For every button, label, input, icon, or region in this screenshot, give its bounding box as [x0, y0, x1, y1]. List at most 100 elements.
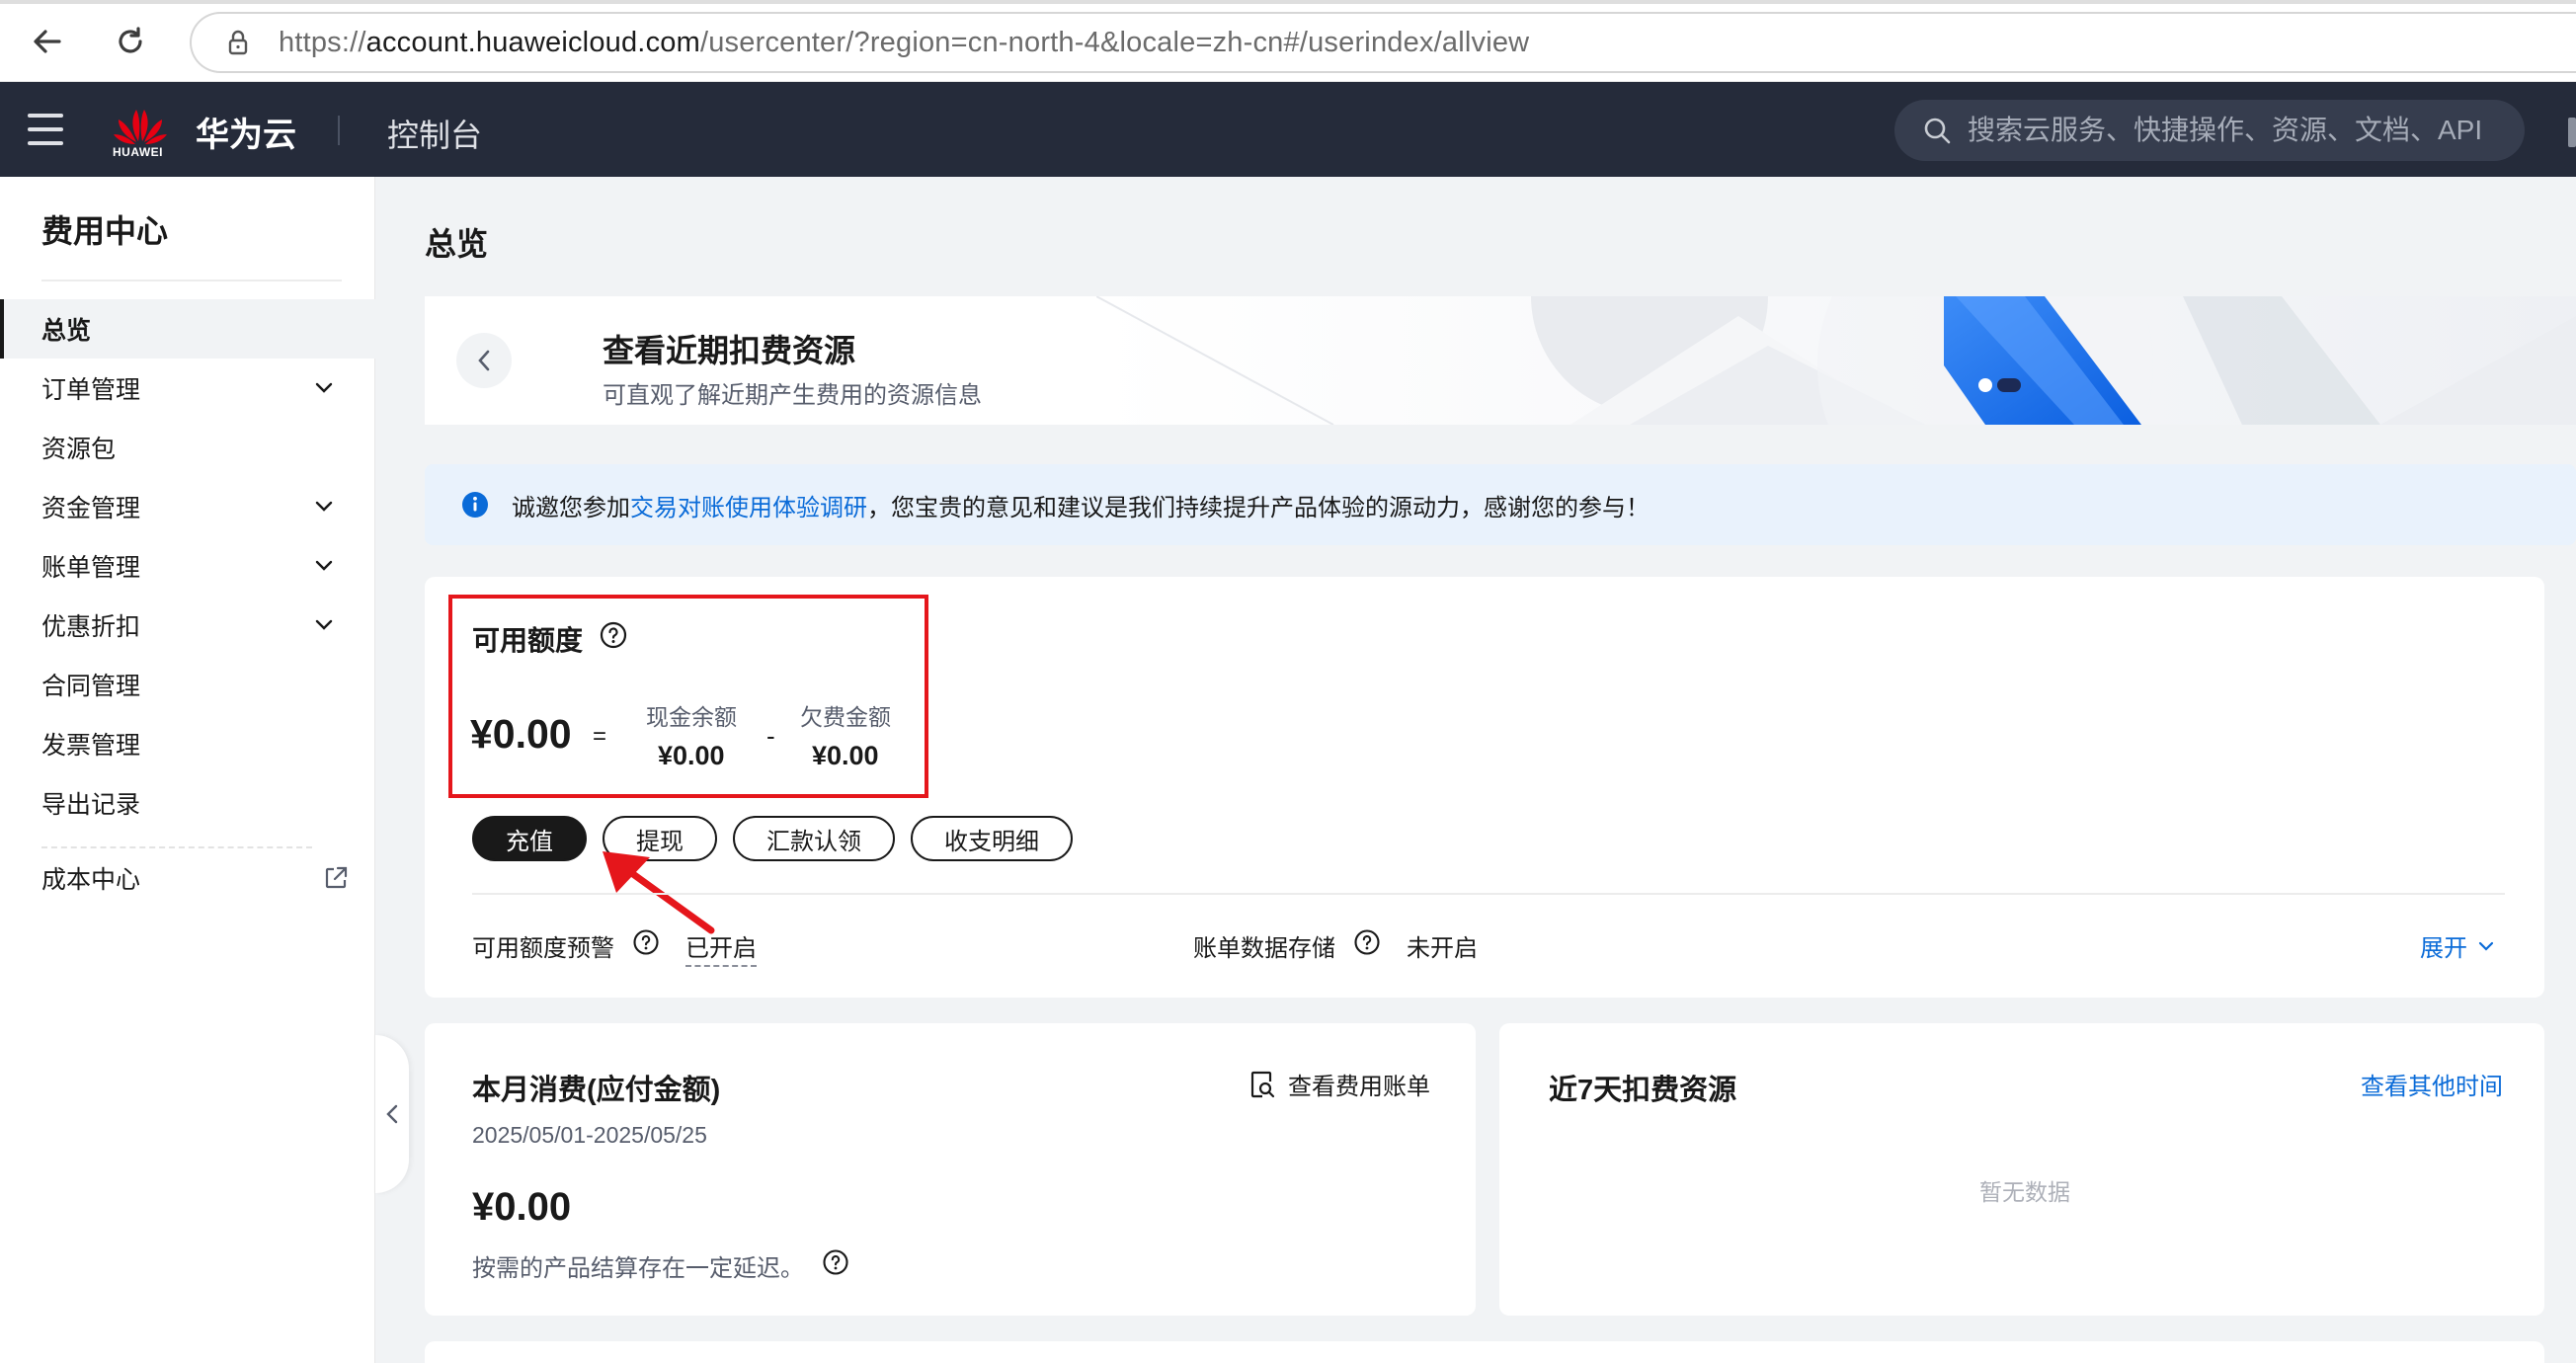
minus-sign: - — [766, 721, 775, 751]
survey-link[interactable]: 交易对账使用体验调研 — [630, 495, 867, 521]
header-overflow-icon[interactable] — [2568, 118, 2576, 147]
banner-prev-button[interactable] — [456, 333, 512, 388]
expand-link[interactable]: 展开 — [2420, 928, 2495, 963]
recharge-button[interactable]: 充值 — [472, 816, 587, 861]
statement-button[interactable]: 收支明细 — [911, 816, 1073, 861]
banner-subtitle: 可直观了解近期产生费用的资源信息 — [603, 382, 982, 409]
sidebar-item-overview[interactable]: 总览 — [0, 299, 375, 359]
global-search-input[interactable] — [1968, 115, 2521, 146]
sidebar-menu: 总览 订单管理 资源包 资金管理 账单管理 优惠折扣 合同管理 发票管理 导出记… — [0, 299, 375, 908]
browser-toolbar: https://account.huaweicloud.com/usercent… — [0, 0, 2576, 82]
view-other-time-link[interactable]: 查看其他时间 — [2361, 1067, 2503, 1101]
notice-text-after: ，您宝贵的意见和建议是我们持续提升产品体验的源动力，感谢您的参与！ — [867, 494, 1650, 521]
sidebar-divider — [41, 280, 342, 281]
info-icon — [462, 492, 488, 518]
sidebar: 费用中心 总览 订单管理 资源包 资金管理 账单管理 优惠折扣 合同管理 发票管… — [0, 177, 375, 1363]
survey-notice: 诚邀您参加交易对账使用体验调研，您宝贵的意见和建议是我们持续提升产品体验的源动力… — [425, 464, 2576, 545]
page-title: 总览 — [425, 226, 489, 262]
chevron-down-icon — [2478, 941, 2494, 951]
tab-strip-edge — [0, 0, 2576, 4]
back-button[interactable] — [26, 20, 69, 63]
balance-alert-status[interactable]: 已开启 — [685, 928, 757, 967]
sidebar-item-label: 订单管理 — [41, 376, 141, 404]
sidebar-item-discounts[interactable]: 优惠折扣 — [0, 596, 375, 655]
arrears-amount: ¥0.00 — [812, 741, 879, 770]
sidebar-title: 费用中心 — [41, 213, 169, 249]
promo-banner: 查看近期扣费资源 可直观了解近期产生费用的资源信息 — [425, 296, 2576, 425]
empty-state-text: 暂无数据 — [1979, 1179, 2070, 1205]
address-bar[interactable]: https://account.huaweicloud.com/usercent… — [190, 12, 2576, 73]
help-circle-icon[interactable] — [599, 620, 628, 650]
url-host: account.huaweicloud.com — [365, 26, 700, 58]
sidebar-item-label: 资源包 — [41, 436, 117, 463]
sidebar-item-funds[interactable]: 资金管理 — [0, 477, 375, 536]
banner-title: 查看近期扣费资源 — [603, 333, 856, 368]
sidebar-item-label: 导出记录 — [41, 791, 141, 819]
expand-label: 展开 — [2420, 935, 2467, 962]
bill-storage-label: 账单数据存储 — [1193, 935, 1335, 962]
sidebar-item-label: 资金管理 — [41, 495, 141, 522]
reload-icon — [119, 27, 142, 53]
sidebar-item-packages[interactable]: 资源包 — [0, 418, 375, 477]
view-bill-link[interactable]: 查看费用账单 — [1248, 1067, 1430, 1101]
console-header: HUAWEI 华为云 控制台 — [0, 82, 2576, 177]
hamburger-icon[interactable] — [28, 114, 63, 145]
monthly-spend-title: 本月消费(应付金额) — [472, 1075, 721, 1106]
chevron-down-icon — [315, 619, 333, 630]
cash-balance-label: 现金余额 — [646, 704, 737, 730]
brand-name[interactable]: 华为云 — [196, 108, 296, 156]
header-divider — [338, 116, 340, 145]
url-text[interactable]: https://account.huaweicloud.com/usercent… — [279, 27, 1529, 59]
recent-charges-title: 近7天扣费资源 — [1549, 1075, 1737, 1106]
sidebar-collapse-button[interactable] — [375, 1035, 409, 1193]
sidebar-item-cost-center[interactable]: 成本中心 — [0, 848, 375, 908]
sidebar-item-label: 优惠折扣 — [41, 613, 141, 641]
sidebar-item-invoices[interactable]: 发票管理 — [0, 714, 375, 773]
logo-wordmark: HUAWEI — [113, 145, 163, 159]
notice-text: 诚邀您参加交易对账使用体验调研，您宝贵的意见和建议是我们持续提升产品体验的源动力… — [512, 488, 1650, 522]
billing-period: 2025/05/01-2025/05/25 — [472, 1122, 707, 1148]
sidebar-item-label: 合同管理 — [41, 673, 141, 700]
sidebar-item-contracts[interactable]: 合同管理 — [0, 655, 375, 714]
external-link-icon — [325, 866, 348, 889]
lock-icon[interactable] — [223, 28, 253, 57]
sidebar-item-label: 总览 — [41, 317, 92, 345]
arrears-label: 欠费金额 — [800, 704, 891, 730]
sidebar-item-label: 成本中心 — [41, 866, 141, 894]
chevron-down-icon — [315, 501, 333, 512]
reload-button[interactable] — [109, 20, 152, 63]
bill-storage-status: 未开启 — [1407, 935, 1478, 962]
available-balance-label: 可用额度 — [472, 625, 584, 656]
settlement-delay-note: 按需的产品结算存在一定延迟。 — [472, 1255, 804, 1282]
chevron-left-icon — [478, 350, 490, 371]
bill-search-icon — [1250, 1071, 1275, 1097]
chevron-down-icon — [315, 560, 333, 571]
help-circle-icon[interactable] — [822, 1248, 849, 1276]
chevron-left-icon — [386, 1104, 398, 1124]
banner-illustration — [1096, 296, 2576, 425]
search-icon — [1924, 118, 1951, 144]
remit-claim-button[interactable]: 汇款认领 — [733, 816, 895, 861]
sidebar-item-exports[interactable]: 导出记录 — [0, 773, 375, 833]
url-path: /usercenter/?region=cn-north-4&locale=zh… — [699, 26, 1530, 58]
global-search-box[interactable] — [1894, 100, 2525, 161]
next-card-edge — [425, 1341, 2544, 1363]
balance-alert-label: 可用额度预警 — [472, 935, 614, 962]
notice-text-before: 诚邀您参加 — [512, 494, 630, 521]
console-link[interactable]: 控制台 — [387, 111, 482, 156]
sidebar-item-bills[interactable]: 账单管理 — [0, 536, 375, 596]
sidebar-item-orders[interactable]: 订单管理 — [0, 359, 375, 418]
sidebar-item-label: 发票管理 — [41, 732, 141, 760]
help-circle-icon[interactable] — [632, 928, 660, 956]
available-balance-amount: ¥0.00 — [470, 711, 572, 757]
help-circle-icon[interactable] — [1353, 928, 1381, 956]
url-prefix: https:// — [279, 26, 366, 58]
back-arrow-icon — [34, 30, 61, 53]
monthly-spend-amount: ¥0.00 — [472, 1185, 572, 1229]
view-bill-label: 查看费用账单 — [1288, 1074, 1430, 1100]
cash-balance-amount: ¥0.00 — [658, 741, 725, 770]
balance-card-divider — [472, 893, 2505, 895]
sidebar-item-label: 账单管理 — [41, 554, 141, 582]
chevron-down-icon — [315, 382, 333, 393]
equals-sign: = — [593, 723, 607, 750]
